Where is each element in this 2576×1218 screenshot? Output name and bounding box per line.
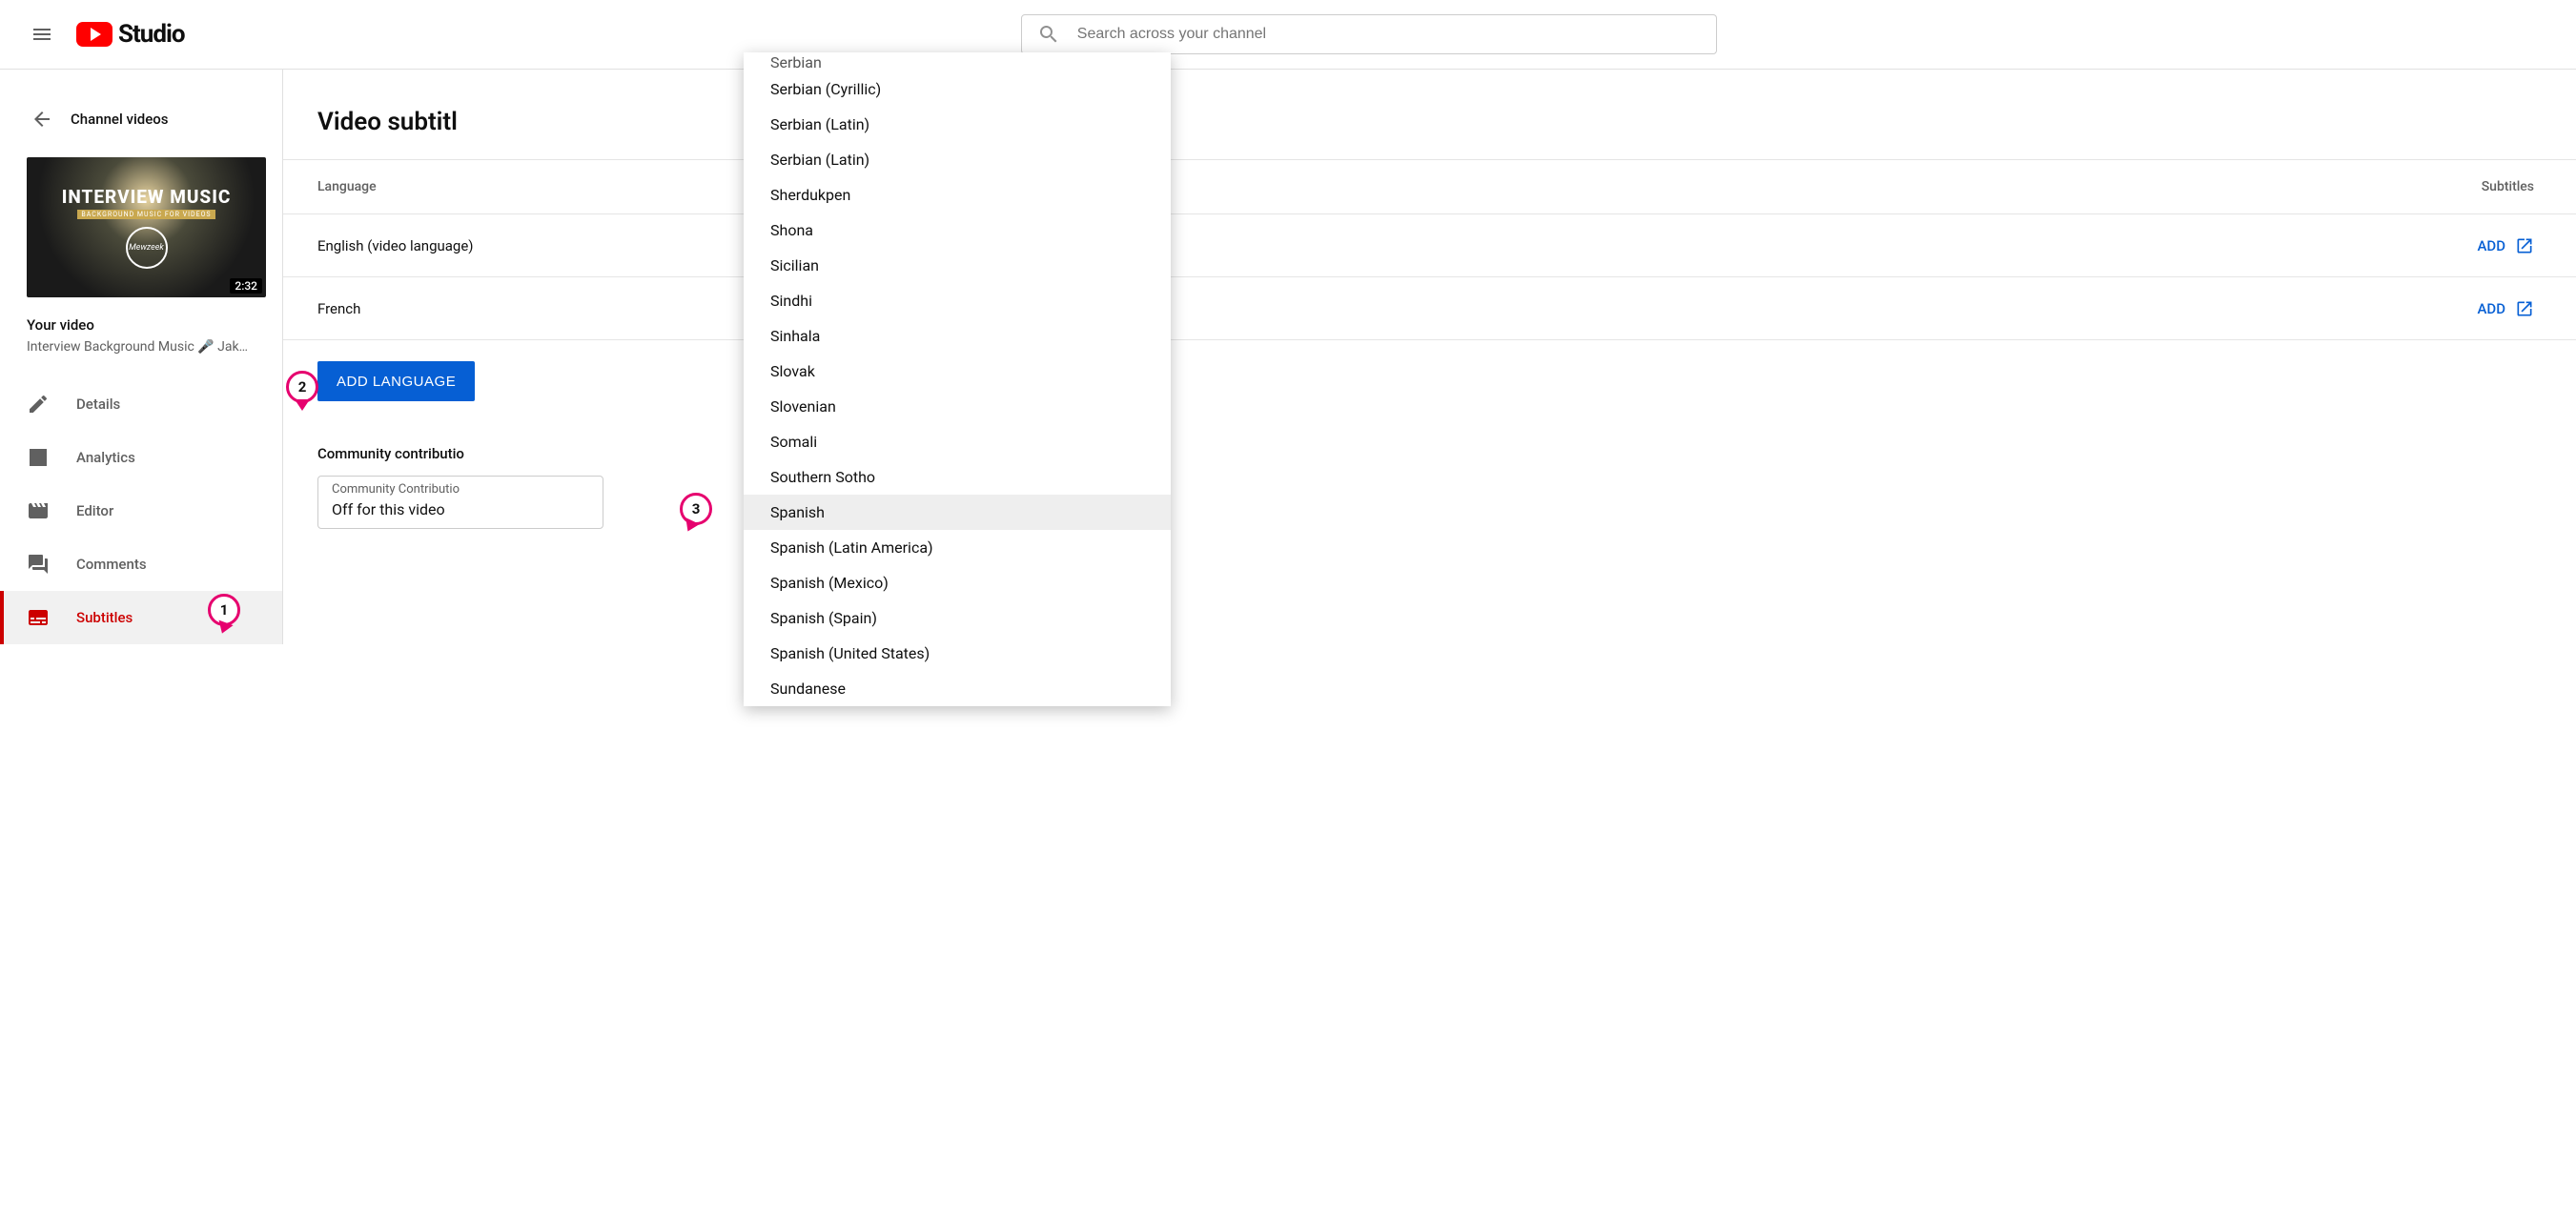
- community-contributions-select[interactable]: Community Contributio Off for this video: [317, 476, 603, 529]
- dropdown-item[interactable]: Shona: [744, 213, 1171, 248]
- nav-label: Subtitles: [76, 609, 133, 626]
- add-subtitle-button[interactable]: ADD: [2401, 236, 2534, 255]
- arrow-left-icon: [31, 108, 53, 131]
- search-box[interactable]: [1021, 14, 1717, 54]
- dropdown-item[interactable]: Sinhala: [744, 318, 1171, 354]
- add-label: ADD: [2477, 300, 2505, 317]
- open-in-new-icon: [2515, 236, 2534, 255]
- back-button[interactable]: [23, 100, 61, 138]
- thumb-title: INTERVIEW MUSIC: [62, 186, 232, 208]
- sidebar-item-analytics[interactable]: Analytics: [0, 431, 282, 484]
- table-row: English (video language) Published by Cr…: [283, 214, 2576, 277]
- sidebar-item-editor[interactable]: Editor: [0, 484, 282, 538]
- row-status: Published: [1031, 292, 2401, 309]
- table-row: French Published by Creator ADD: [283, 277, 2576, 340]
- dropdown-item[interactable]: Slovak: [744, 354, 1171, 389]
- language-dropdown[interactable]: Serbian Serbian (Cyrillic)Serbian (Latin…: [744, 52, 1171, 706]
- menu-button[interactable]: [23, 15, 61, 53]
- nav-label: Comments: [76, 556, 147, 573]
- analytics-icon: [27, 446, 50, 469]
- annotation-marker-3: 3: [680, 493, 712, 525]
- dropdown-item[interactable]: Serbian (Latin): [744, 142, 1171, 177]
- dropdown-item[interactable]: Serbian (Cyrillic): [744, 71, 1171, 107]
- table-header: Language Title & description Subtitles: [283, 159, 2576, 214]
- page-title: Video subtitl: [283, 92, 2576, 159]
- video-title: Interview Background Music 🎤 Jak…: [27, 339, 256, 355]
- dropdown-item[interactable]: Spanish (Latin America): [744, 530, 1171, 565]
- add-subtitle-button[interactable]: ADD: [2401, 299, 2534, 318]
- studio-logo[interactable]: Studio: [76, 20, 185, 49]
- dropdown-item[interactable]: Spanish (Spain): [744, 600, 1171, 636]
- annotation-marker-1: 1: [208, 594, 240, 626]
- main-content: Video subtitl Language Title & descripti…: [283, 70, 2576, 644]
- row-by: by Creator: [1031, 311, 2401, 326]
- dropdown-item[interactable]: Serbian: [744, 52, 1171, 71]
- dropdown-item[interactable]: Sundanese: [744, 671, 1171, 706]
- thumb-brand: Mewzeek: [126, 227, 168, 269]
- sidebar-item-subtitles[interactable]: Subtitles: [0, 591, 282, 644]
- community-box-label: Community Contributio: [332, 482, 589, 497]
- nav-label: Editor: [76, 502, 113, 519]
- dropdown-item[interactable]: Sherdukpen: [744, 177, 1171, 213]
- back-label: Channel videos: [71, 111, 168, 128]
- nav-label: Details: [76, 396, 120, 413]
- subtitles-table: Language Title & description Subtitles E…: [283, 159, 2576, 340]
- dropdown-item[interactable]: Sicilian: [744, 248, 1171, 283]
- sidebar-item-comments[interactable]: Comments: [0, 538, 282, 591]
- sidebar: Channel videos INTERVIEW MUSIC BACKGROUN…: [0, 70, 283, 644]
- thumb-duration: 2:32: [230, 278, 262, 294]
- youtube-icon: [76, 22, 112, 47]
- community-header: Community contributio: [283, 401, 2576, 476]
- logo-text: Studio: [118, 20, 185, 49]
- dropdown-item[interactable]: Somali: [744, 424, 1171, 459]
- search-icon: [1037, 23, 1060, 46]
- col-subtitles: Subtitles: [2401, 179, 2553, 194]
- row-status: Published: [1031, 229, 2401, 246]
- dropdown-item[interactable]: Slovenian: [744, 389, 1171, 424]
- dropdown-item[interactable]: Spanish (United States): [744, 636, 1171, 671]
- dropdown-item[interactable]: Sindhi: [744, 283, 1171, 318]
- hamburger-icon: [31, 23, 53, 46]
- open-in-new-icon: [2515, 299, 2534, 318]
- your-video-label: Your video: [27, 316, 256, 334]
- dropdown-item[interactable]: Southern Sotho: [744, 459, 1171, 495]
- add-language-button[interactable]: ADD LANGUAGE: [317, 361, 475, 401]
- clapper-icon: [27, 499, 50, 522]
- pencil-icon: [27, 393, 50, 416]
- search-input[interactable]: [1077, 26, 1701, 43]
- add-label: ADD: [2477, 237, 2505, 254]
- video-thumbnail[interactable]: INTERVIEW MUSIC BACKGROUND MUSIC FOR VID…: [27, 157, 266, 297]
- community-box-value: Off for this video: [332, 500, 589, 518]
- subtitles-icon: [27, 606, 50, 629]
- col-title-desc: Title & description: [1031, 179, 2401, 194]
- dropdown-item[interactable]: Spanish (Mexico): [744, 565, 1171, 600]
- annotation-marker-2: 2: [286, 371, 318, 403]
- nav-label: Analytics: [76, 449, 135, 466]
- dropdown-item[interactable]: Serbian (Latin): [744, 107, 1171, 142]
- row-by: by Creator: [1031, 248, 2401, 263]
- sidebar-nav: Details Analytics Editor Comments Subtit…: [0, 377, 282, 644]
- dropdown-item[interactable]: Spanish: [744, 495, 1171, 530]
- comment-icon: [27, 553, 50, 576]
- sidebar-item-details[interactable]: Details: [0, 377, 282, 431]
- app-header: Studio: [0, 0, 2576, 70]
- thumb-subtitle: BACKGROUND MUSIC FOR VIDEOS: [77, 210, 215, 219]
